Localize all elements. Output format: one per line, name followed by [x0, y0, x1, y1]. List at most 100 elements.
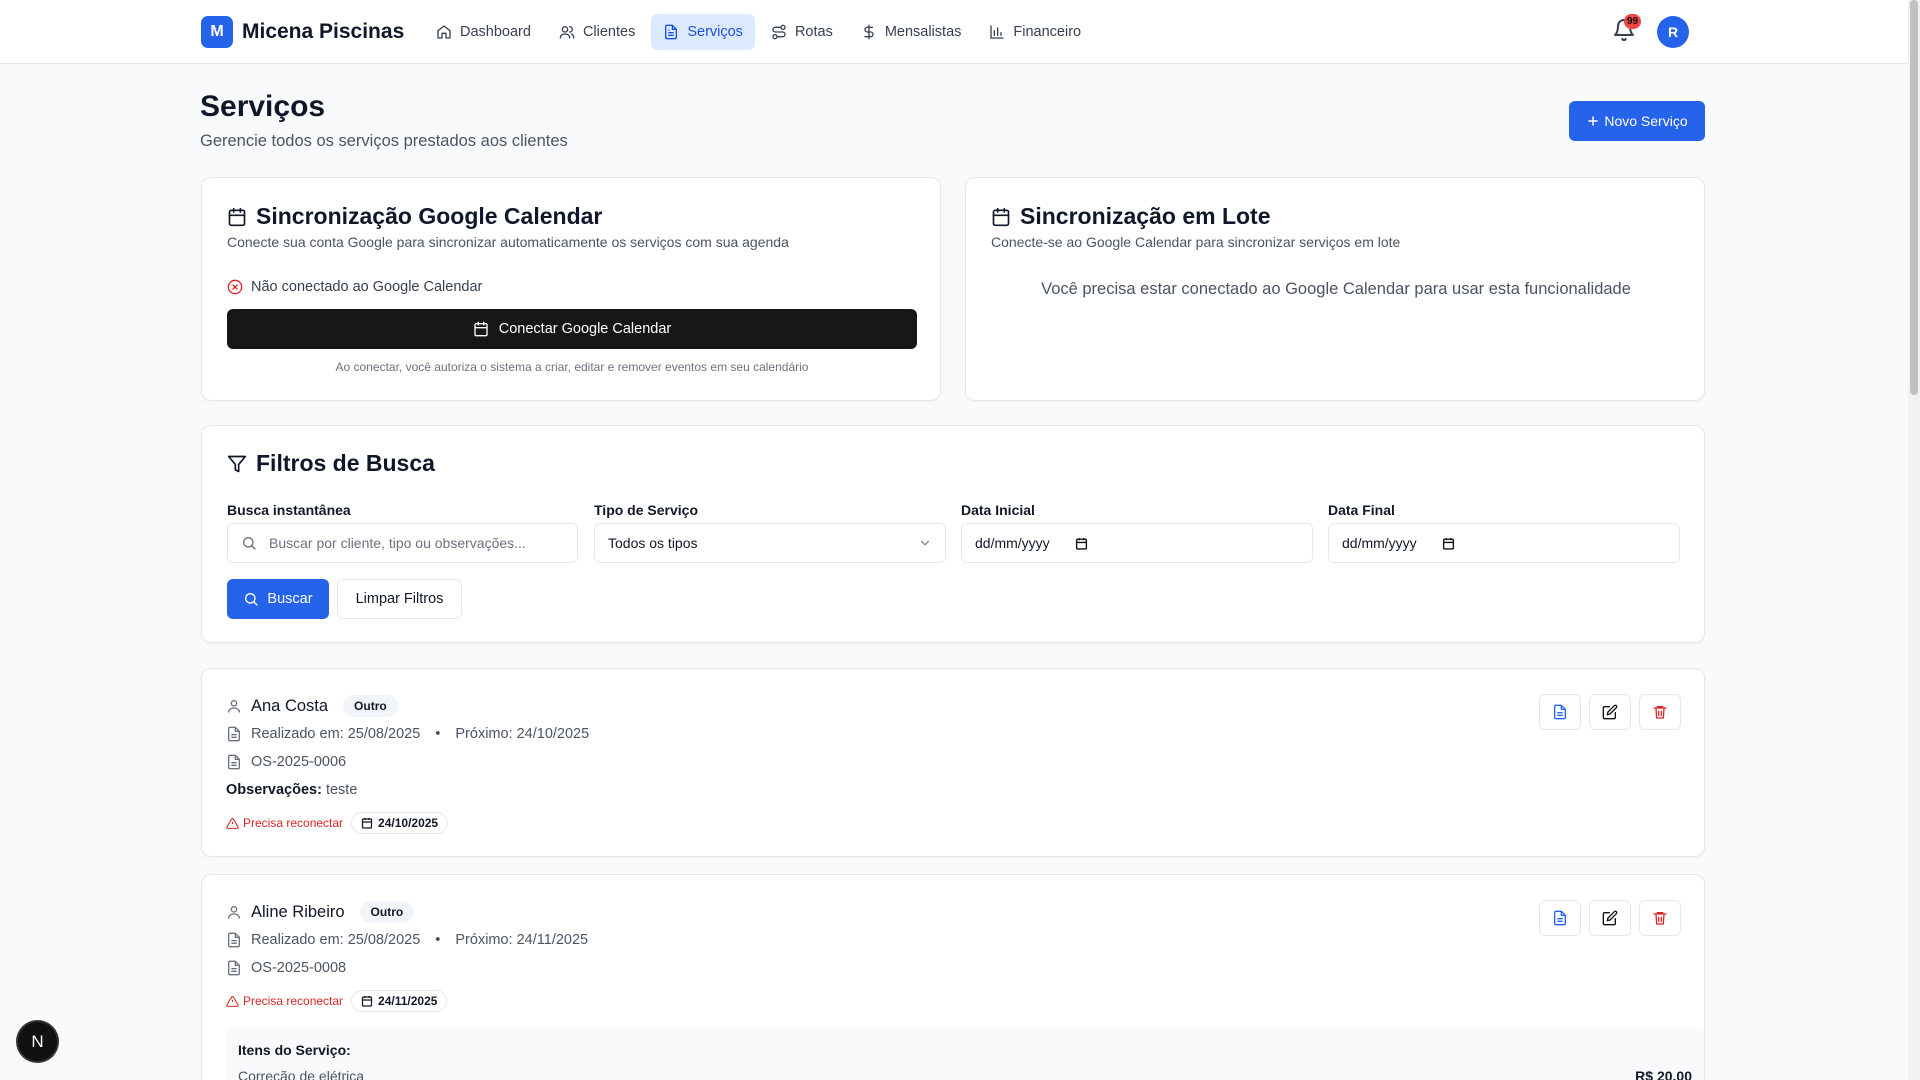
scrollbar-thumb[interactable] [1910, 0, 1918, 395]
google-sync-title: Sincronização Google Calendar [227, 203, 602, 230]
observations-value: teste [325, 782, 358, 798]
view-document-button[interactable] [1539, 900, 1581, 936]
trash-icon [1653, 706, 1667, 719]
reconnect-warning: Precisa reconectar [226, 994, 343, 1008]
calendar-date-badge: 24/10/2025 [351, 812, 449, 834]
service-os-row: OS-2025-0006 [226, 754, 346, 770]
calendar-icon [228, 207, 246, 226]
page-scrollbar[interactable] [1908, 0, 1920, 1080]
search-label: Busca instantânea [227, 502, 351, 518]
file-text-icon [228, 960, 240, 976]
google-sync-description: Conecte sua conta Google para sincroniza… [227, 234, 789, 250]
search-icon [243, 537, 256, 550]
file-text-icon [1554, 910, 1566, 926]
new-service-button[interactable]: Novo Serviço [1569, 101, 1705, 141]
file-text-icon [228, 726, 240, 742]
calendar-icon [474, 321, 488, 337]
client-name: Aline Ribeiro [251, 902, 345, 921]
batch-sync-message: Você precisa estar conectado ao Google C… [1041, 280, 1631, 298]
edit-icon [1602, 704, 1618, 720]
home-icon [437, 25, 451, 39]
start-date-input[interactable]: dd/mm/yyyy [961, 523, 1313, 563]
user-avatar[interactable]: R [1657, 16, 1689, 48]
nav-label: Clientes [582, 24, 636, 40]
batch-sync-title: Sincronização em Lote [991, 203, 1271, 230]
search-button[interactable]: Buscar [227, 579, 329, 619]
file-text-icon [228, 754, 240, 770]
service-type-select[interactable]: Todos os tipos [594, 523, 946, 563]
nav-clientes[interactable]: Clientes [547, 14, 647, 50]
users-icon [559, 26, 575, 39]
item-price: R$ 20,00 [1635, 1068, 1692, 1080]
start-date-label: Data Inicial [961, 502, 1035, 518]
google-sync-title-text: Sincronização Google Calendar [256, 203, 603, 229]
brand[interactable]: M Micena Piscinas [201, 16, 404, 48]
nav-dashboard[interactable]: Dashboard [424, 14, 543, 50]
file-text-icon [228, 932, 240, 948]
calendar-date-text: 24/11/2025 [378, 994, 438, 1008]
top-navbar: M Micena Piscinas Dashboard Clientes Ser… [0, 0, 1908, 64]
connection-status-text: Não conectado ao Google Calendar [251, 279, 483, 295]
chevron-down-icon [920, 540, 930, 546]
sync-warning-row: Precisa reconectar 24/10/2025 [226, 812, 449, 834]
filter-icon [227, 455, 247, 472]
observations-label: Observações: [226, 782, 322, 798]
calendar-icon [992, 207, 1010, 226]
end-date-value: dd/mm/yyyy [1342, 535, 1417, 551]
trash-icon [1653, 912, 1667, 925]
os-number: OS-2025-0008 [251, 960, 347, 976]
user-icon [228, 700, 240, 713]
next-date: Próximo: 24/11/2025 [455, 932, 589, 948]
calendar-picker-icon[interactable] [1075, 537, 1088, 550]
end-date-input[interactable]: dd/mm/yyyy [1328, 523, 1680, 563]
calendar-icon [361, 818, 373, 829]
service-type-badge: Outro [343, 695, 398, 717]
authorization-note: Ao conectar, você autoriza o sistema a c… [335, 360, 809, 374]
brand-logo: M [201, 16, 233, 48]
connect-google-button[interactable]: Conectar Google Calendar [227, 309, 917, 349]
reconnect-warning: Precisa reconectar [226, 816, 343, 830]
os-number: OS-2025-0006 [251, 754, 347, 770]
service-dates-row: Realizado em: 25/08/2025 • Próximo: 24/1… [226, 932, 588, 948]
item-name: Correção de elétrica [238, 1068, 365, 1080]
observations: Observações: teste [226, 782, 357, 798]
clear-filters-button[interactable]: Limpar Filtros [337, 579, 462, 619]
service-card: Aline Ribeiro Outro Realizado em: 25/08/… [201, 874, 1705, 1080]
search-icon [245, 593, 259, 606]
nav-financeiro[interactable]: Financeiro [977, 14, 1093, 50]
route-icon [772, 24, 786, 40]
reconnect-warning-text: Precisa reconectar [243, 816, 344, 830]
nav-mensalistas[interactable]: Mensalistas [849, 14, 974, 50]
nav-servicos[interactable]: Serviços [651, 14, 755, 50]
done-date: Realizado em: 25/08/2025 [251, 932, 421, 948]
view-document-button[interactable] [1539, 694, 1581, 730]
client-name: Ana Costa [251, 696, 329, 715]
nav-label: Mensalistas [884, 24, 962, 40]
delete-button[interactable] [1639, 694, 1681, 730]
x-circle-icon [227, 279, 243, 295]
batch-sync-description: Conecte-se ao Google Calendar para sincr… [991, 234, 1401, 250]
calendar-date-text: 24/10/2025 [378, 816, 439, 830]
brand-name: Micena Piscinas [242, 20, 405, 43]
nav-label: Serviços [687, 24, 743, 40]
nav-rotas[interactable]: Rotas [759, 14, 845, 50]
dev-tools-badge[interactable]: N [18, 1022, 57, 1061]
delete-button[interactable] [1639, 900, 1681, 936]
bar-chart-icon [990, 25, 1005, 39]
edit-icon [1602, 910, 1618, 926]
search-input[interactable]: Buscar por cliente, tipo ou observações.… [227, 523, 578, 563]
done-date: Realizado em: 25/08/2025 [251, 726, 421, 742]
notification-badge: 99 [1624, 14, 1641, 29]
edit-button[interactable] [1589, 694, 1631, 730]
new-service-label: Novo Serviço [1604, 113, 1688, 129]
edit-button[interactable] [1589, 900, 1631, 936]
service-client-row: Aline Ribeiro Outro [226, 901, 415, 923]
page-title: Serviços [200, 90, 326, 123]
filters-card: Filtros de Busca Busca instantânea Busca… [201, 425, 1705, 643]
filters-title: Filtros de Busca [227, 450, 435, 477]
calendar-picker-icon[interactable] [1442, 537, 1455, 550]
service-os-row: OS-2025-0008 [226, 960, 346, 976]
alert-triangle-icon [226, 995, 239, 1007]
service-type-badge: Outro [359, 901, 415, 923]
service-dates-row: Realizado em: 25/08/2025 • Próximo: 24/1… [226, 726, 589, 742]
